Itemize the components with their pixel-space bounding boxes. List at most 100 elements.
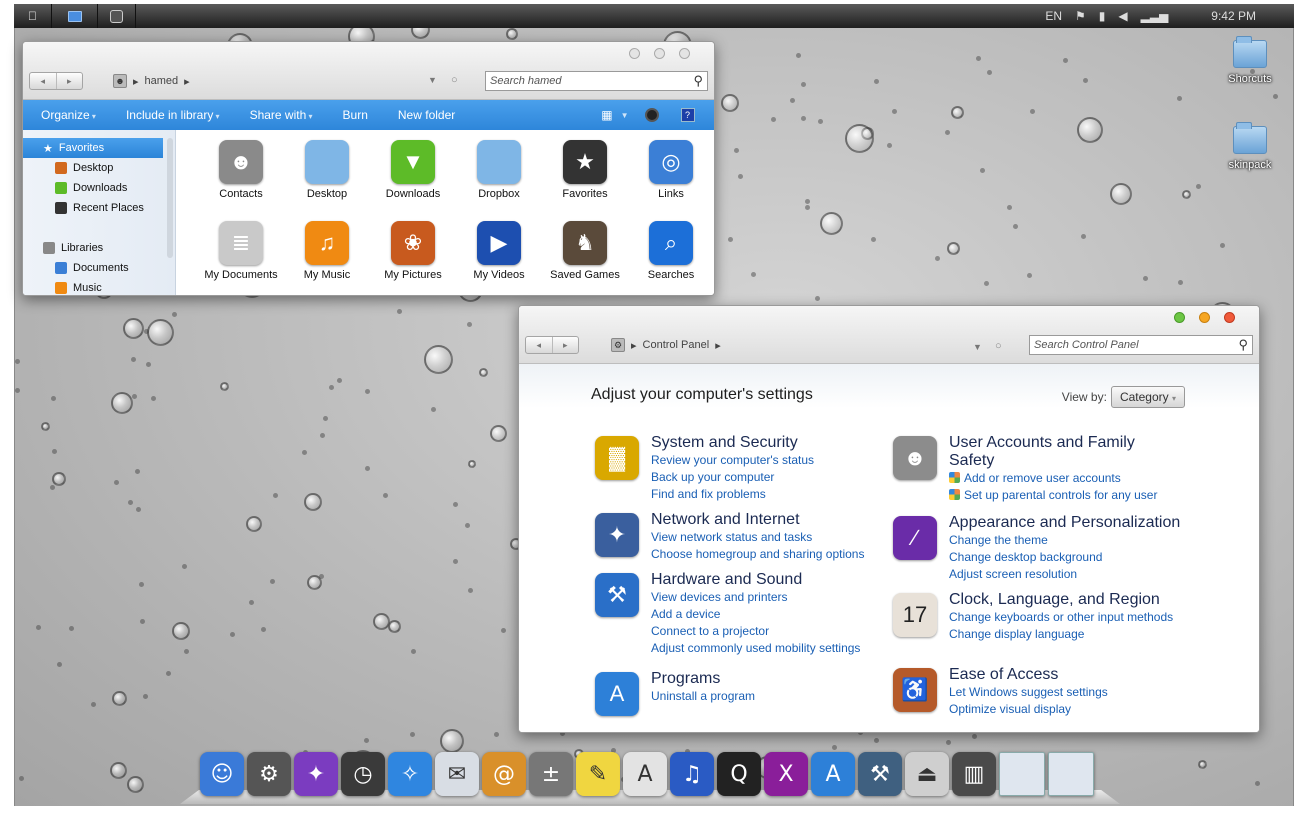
desktop-folder-skinpack[interactable]: skinpack xyxy=(1222,122,1278,171)
category-link[interactable]: Choose homegroup and sharing options xyxy=(651,546,881,563)
view-options-icon[interactable]: ▦ xyxy=(601,108,612,122)
file-item[interactable]: ♞ Saved Games xyxy=(542,221,628,289)
mail-icon[interactable]: ✉ xyxy=(435,752,479,796)
close-button[interactable] xyxy=(1224,312,1235,323)
file-item[interactable]: ▶ My Videos xyxy=(456,221,542,289)
refresh-icon[interactable]: ○ xyxy=(995,340,1002,352)
nav-item-recent-places[interactable]: Recent Places xyxy=(23,198,175,218)
category-link[interactable]: Uninstall a program xyxy=(651,688,881,705)
window-thumbnail-icon[interactable] xyxy=(999,752,1045,796)
file-item[interactable]: Desktop xyxy=(284,140,370,208)
file-item[interactable]: ❀ My Pictures xyxy=(370,221,456,289)
refresh-icon[interactable]: ○ xyxy=(451,74,458,86)
nav-scrollbar[interactable] xyxy=(167,138,173,258)
search-input[interactable]: Search hamed ⚲ xyxy=(485,71,708,91)
file-item[interactable]: ▼ Downloads xyxy=(370,140,456,208)
search-icon[interactable]: ⚲ xyxy=(693,73,703,89)
category-link[interactable]: Change the theme xyxy=(949,532,1183,549)
language-indicator[interactable]: EN xyxy=(1045,9,1062,23)
safari-icon[interactable]: ✧ xyxy=(388,752,432,796)
battery-icon[interactable]: ▮ xyxy=(1099,9,1106,23)
control-panel-titlebar[interactable]: ◂ ▸ ⚙ ▸ Control Panel ▸ ▼ ○ Search Contr… xyxy=(519,306,1259,364)
eject-icon[interactable]: ⏏ xyxy=(905,752,949,796)
category-link[interactable]: Add a device xyxy=(651,606,881,623)
close-button[interactable] xyxy=(679,48,690,59)
search-icon[interactable]: ⚲ xyxy=(1238,337,1248,353)
category-link[interactable]: Change keyboards or other input methods xyxy=(949,609,1183,626)
quicktime-icon[interactable]: Q xyxy=(717,752,761,796)
computer-icon[interactable] xyxy=(52,4,98,28)
new-folder-button[interactable]: New folder xyxy=(398,108,455,122)
network-icon[interactable]: ✦ xyxy=(595,513,639,557)
include-in-library-button[interactable]: Include in library xyxy=(126,108,220,122)
ease-access-icon[interactable]: ♿ xyxy=(893,668,937,712)
appearance-icon[interactable]: ∕ xyxy=(893,516,937,560)
category-title[interactable]: Appearance and Personalization xyxy=(949,514,1183,532)
category-title[interactable]: Hardware and Sound xyxy=(651,571,881,589)
view-dropdown-icon[interactable]: ▼ xyxy=(621,111,629,120)
forward-button[interactable]: ▸ xyxy=(553,337,579,353)
category-link[interactable]: Optimize visual display xyxy=(949,701,1183,718)
burn-button[interactable]: Burn xyxy=(343,108,368,122)
photo-icon[interactable]: ✦ xyxy=(294,752,338,796)
desktop-folder-shortcuts[interactable]: Shorcuts xyxy=(1222,36,1278,85)
app-store-icon[interactable]: A xyxy=(623,752,667,796)
trash-icon[interactable]: ▥ xyxy=(952,752,996,796)
users-icon[interactable]: ☻ xyxy=(893,436,937,480)
breadcrumb[interactable]: ⚙ ▸ Control Panel ▸ xyxy=(611,338,721,352)
category-link[interactable]: Adjust screen resolution xyxy=(949,566,1183,583)
volume-icon[interactable]: ◀ xyxy=(1118,9,1127,23)
stickies-icon[interactable]: ✎ xyxy=(576,752,620,796)
breadcrumb-item[interactable]: hamed xyxy=(145,75,179,87)
breadcrumb[interactable]: ☻ ▸ hamed ▸ xyxy=(113,74,190,88)
category-title[interactable]: Clock, Language, and Region xyxy=(949,591,1183,609)
app-store-blue-icon[interactable]: A xyxy=(811,752,855,796)
utilities-icon[interactable]: ⚒ xyxy=(858,752,902,796)
maximize-button[interactable] xyxy=(1199,312,1210,323)
apple-icon[interactable]:  xyxy=(14,4,52,28)
back-button[interactable]: ◂ xyxy=(526,337,553,353)
dropdown-icon[interactable]: ▼ xyxy=(973,342,982,352)
category-link[interactable]: Back up your computer xyxy=(651,469,881,486)
nav-item-downloads[interactable]: Downloads xyxy=(23,178,175,198)
file-item[interactable]: ≣ My Documents xyxy=(198,221,284,289)
window-thumbnail-icon[interactable] xyxy=(1048,752,1094,796)
clock[interactable]: 9:42 PM xyxy=(1211,9,1256,23)
nav-item-desktop[interactable]: Desktop xyxy=(23,158,175,178)
file-item[interactable]: ★ Favorites xyxy=(542,140,628,208)
explorer-titlebar[interactable]: ◂ ▸ ☻ ▸ hamed ▸ ▼ ○ Search hamed ⚲ xyxy=(23,42,714,100)
signal-icon[interactable]: ▂▃▅ xyxy=(1141,9,1169,23)
help-icon[interactable]: ? xyxy=(680,108,695,122)
category-title[interactable]: User Accounts and Family Safety xyxy=(949,434,1183,470)
nav-item-music[interactable]: Music xyxy=(23,278,175,295)
nav-item-documents[interactable]: Documents xyxy=(23,258,175,278)
category-link[interactable]: Find and fix problems xyxy=(651,486,881,503)
category-link[interactable]: View network status and tasks xyxy=(651,529,881,546)
back-button[interactable]: ◂ xyxy=(30,73,57,89)
file-item[interactable]: ◎ Links xyxy=(628,140,714,208)
preview-pane-icon[interactable] xyxy=(644,108,659,122)
system-preferences-icon[interactable]: ⚙ xyxy=(247,752,291,796)
camera-icon[interactable] xyxy=(98,4,136,28)
calendar-icon[interactable]: 17 xyxy=(893,593,937,637)
category-link[interactable]: Set up parental controls for any user xyxy=(949,487,1183,504)
maximize-button[interactable] xyxy=(654,48,665,59)
category-link[interactable]: Add or remove user accounts xyxy=(949,470,1183,487)
view-by-select[interactable]: Category ▾ xyxy=(1110,386,1185,408)
category-link[interactable]: Let Windows suggest settings xyxy=(949,684,1183,701)
file-item[interactable]: ♫ My Music xyxy=(284,221,370,289)
category-link[interactable]: Review your computer's status xyxy=(651,452,881,469)
category-title[interactable]: System and Security xyxy=(651,434,881,452)
itunes-icon[interactable]: ♫ xyxy=(670,752,714,796)
programs-icon[interactable]: A xyxy=(595,672,639,716)
system-security-icon[interactable]: ▓ xyxy=(595,436,639,480)
dashboard-icon[interactable]: ◷ xyxy=(341,752,385,796)
calculator-icon[interactable]: ± xyxy=(529,752,573,796)
x-app-icon[interactable]: X xyxy=(764,752,808,796)
file-item[interactable]: Dropbox xyxy=(456,140,542,208)
share-with-button[interactable]: Share with xyxy=(250,108,313,122)
category-title[interactable]: Programs xyxy=(651,670,881,688)
category-title[interactable]: Ease of Access xyxy=(949,666,1183,684)
nav-libraries[interactable]: Libraries xyxy=(23,238,175,258)
category-link[interactable]: View devices and printers xyxy=(651,589,881,606)
